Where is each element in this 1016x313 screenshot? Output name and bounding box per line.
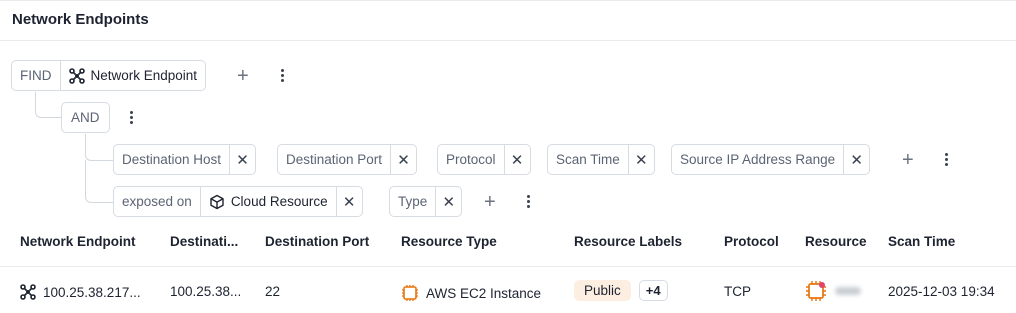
filter-label: Destination Host <box>122 152 222 167</box>
column-header-resource-labels[interactable]: Resource Labels <box>574 234 682 249</box>
cell-resource[interactable] <box>805 280 861 302</box>
and-operator[interactable]: AND <box>61 102 110 133</box>
cell-destination-port: 22 <box>265 284 281 299</box>
column-header-network-endpoint[interactable]: Network Endpoint <box>20 234 136 249</box>
add-filter-button[interactable]: + <box>237 66 249 86</box>
cell-network-endpoint[interactable]: 100.25.38.217... <box>20 284 141 300</box>
column-header-destination[interactable]: Destinati... <box>170 234 238 249</box>
entity-selector[interactable]: Network Endpoint <box>59 61 206 90</box>
filter-source-ip-range[interactable]: Source IP Address Range ✕ <box>671 144 871 175</box>
close-icon[interactable]: ✕ <box>229 145 255 174</box>
column-header-destination-port[interactable]: Destination Port <box>265 234 369 249</box>
close-icon[interactable]: ✕ <box>503 145 530 174</box>
close-icon[interactable]: ✕ <box>335 187 362 216</box>
find-clause[interactable]: FIND Network Endpoint <box>11 60 207 91</box>
find-more-icon[interactable] <box>281 69 285 84</box>
tree-connector <box>85 160 113 203</box>
more-labels-badge[interactable]: +4 <box>638 280 668 301</box>
cell-protocol: TCP <box>724 284 751 299</box>
filter-label: Protocol <box>446 152 496 167</box>
add-filter-button[interactable]: + <box>484 192 496 212</box>
redacted-resource-name <box>835 287 861 295</box>
filter-type[interactable]: Type ✕ <box>389 186 463 217</box>
and-more-icon[interactable] <box>130 111 134 126</box>
endpoint-value: 100.25.38.217... <box>43 284 141 300</box>
filter-destination-port[interactable]: Destination Port ✕ <box>277 144 418 175</box>
resource-type-value: AWS EC2 Instance <box>426 285 542 301</box>
cell-resource-type: AWS EC2 Instance <box>401 284 541 302</box>
cell-destination: 100.25.38... <box>170 284 242 299</box>
filter-destination-host[interactable]: Destination Host ✕ <box>113 144 257 175</box>
close-icon[interactable]: ✕ <box>435 187 461 216</box>
relation-label: exposed on <box>122 194 192 209</box>
filter-protocol[interactable]: Protocol ✕ <box>437 144 531 175</box>
and-label: AND <box>71 110 100 125</box>
entity-label: Network Endpoint <box>90 68 198 83</box>
network-endpoint-icon <box>20 284 36 300</box>
page-title: Network Endpoints <box>12 11 149 28</box>
cell-resource-labels: Public +4 <box>574 280 668 301</box>
close-icon[interactable]: ✕ <box>843 145 869 174</box>
close-icon[interactable]: ✕ <box>390 145 416 174</box>
column-header-resource[interactable]: Resource <box>805 234 867 249</box>
filter-label: Source IP Address Range <box>680 152 836 167</box>
related-entity-selector[interactable]: Cloud Resource <box>199 187 336 216</box>
column-header-scan-time[interactable]: Scan Time <box>888 234 955 249</box>
relation-clause[interactable]: exposed on Cloud Resource ✕ <box>113 186 363 217</box>
column-header-protocol[interactable]: Protocol <box>724 234 779 249</box>
cube-icon <box>210 194 224 209</box>
tree-connector <box>35 92 61 118</box>
column-header-resource-type[interactable]: Resource Type <box>401 234 497 249</box>
close-icon[interactable]: ✕ <box>627 145 654 174</box>
cell-scan-time: 2025-12-03 19:34 <box>888 284 995 299</box>
ec2-instance-icon <box>806 281 826 301</box>
filter-label: Type <box>398 194 428 209</box>
related-entity-label: Cloud Resource <box>230 194 328 209</box>
label-badge[interactable]: Public <box>574 280 631 301</box>
filter-label: Scan Time <box>556 152 620 167</box>
filter-label: Destination Port <box>286 152 383 167</box>
header-divider <box>0 266 1016 267</box>
filter-scan-time[interactable]: Scan Time ✕ <box>547 144 655 175</box>
title-bar: Network Endpoints <box>0 0 1016 41</box>
find-label: FIND <box>20 68 52 83</box>
filters-more-icon[interactable] <box>945 153 949 168</box>
relation-more-icon[interactable] <box>527 195 531 210</box>
tree-connector <box>85 134 113 161</box>
network-endpoint-icon <box>68 67 85 84</box>
add-filter-button[interactable]: + <box>902 150 914 170</box>
ec2-instance-icon <box>402 285 418 301</box>
